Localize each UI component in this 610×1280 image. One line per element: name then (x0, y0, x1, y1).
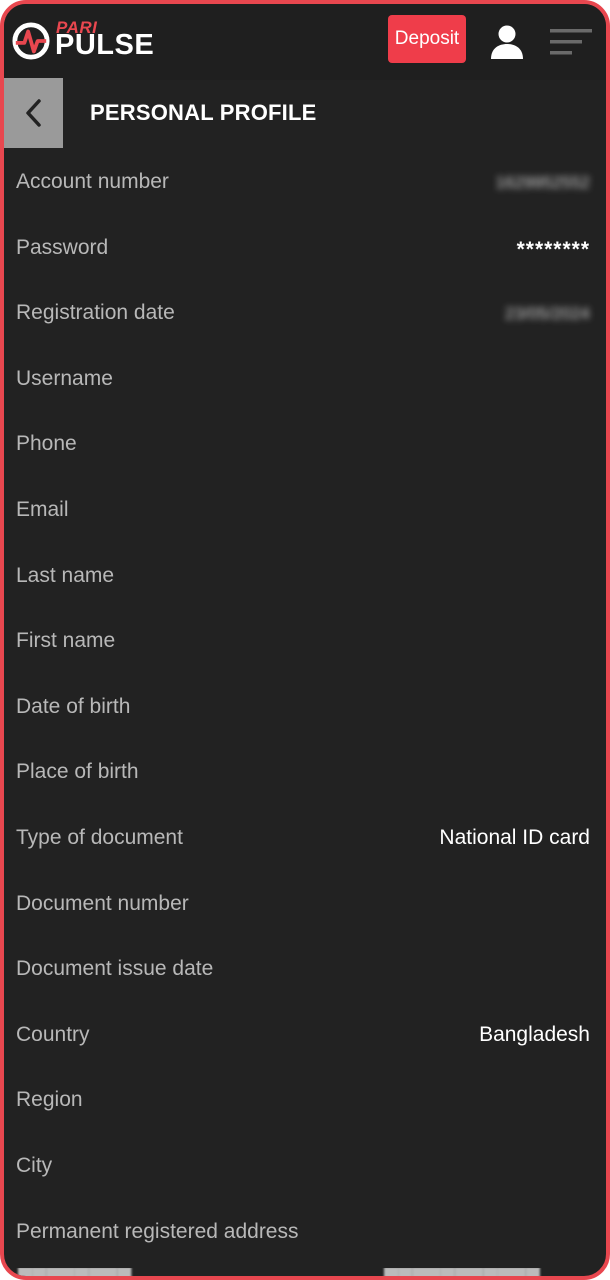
profile-row-region[interactable]: Region (4, 1066, 606, 1132)
paripulse-logo-icon (12, 22, 50, 60)
back-button[interactable] (4, 78, 63, 148)
field-label: Account number (16, 170, 169, 193)
field-label: Type of document (16, 825, 183, 849)
next-row-cutoff: ▀▀▀▀▀▀▀▀ ▀▀▀▀▀▀▀▀▀▀▀ (4, 1268, 606, 1280)
field-label: Country (16, 1022, 90, 1046)
field-value: 23/05/2024 (504, 304, 590, 324)
field-label: First name (16, 629, 116, 653)
field-value: Bangladesh (479, 1022, 590, 1046)
field-label: Date of birth (16, 694, 131, 718)
profile-row-permanent-address[interactable]: Permanent registered address (4, 1198, 606, 1264)
field-value: ******** (516, 237, 590, 261)
field-label: Document number (16, 891, 189, 915)
page-title-bar: PERSONAL PROFILE (4, 78, 606, 148)
chevron-left-icon (25, 99, 41, 127)
field-label: Permanent registered address (16, 1219, 299, 1243)
user-icon[interactable] (490, 24, 524, 60)
cutoff-ghost-left: ▀▀▀▀▀▀▀▀ (18, 1268, 132, 1280)
profile-row-last-name[interactable]: Last name (4, 542, 606, 608)
profile-row-place-of-birth[interactable]: Place of birth (4, 738, 606, 804)
menu-icon[interactable] (548, 26, 594, 58)
profile-row-type-of-document[interactable]: Type of document National ID card (4, 804, 606, 870)
profile-row-phone[interactable]: Phone (4, 410, 606, 476)
profile-row-username[interactable]: Username (4, 345, 606, 411)
logo-pulse-text: PULSE (55, 29, 155, 61)
profile-row-document-number[interactable]: Document number (4, 870, 606, 936)
profile-row-date-of-birth[interactable]: Date of birth (4, 673, 606, 739)
field-label: Registration date (16, 301, 175, 325)
phone-frame: PARI PULSE Deposit PERSONAL PROFILE Acco… (0, 0, 610, 1280)
profile-row-password[interactable]: Password ******** (4, 214, 606, 280)
field-label: Username (16, 366, 113, 390)
field-label: Last name (16, 563, 115, 587)
field-label: Region (16, 1088, 83, 1112)
field-label: Document issue date (16, 957, 214, 981)
profile-row-country[interactable]: Country Bangladesh (4, 1001, 606, 1067)
profile-field-list: Account number 1629952552 Password *****… (4, 148, 606, 1263)
deposit-button[interactable]: Deposit (388, 15, 466, 63)
field-value: 1629952552 (495, 173, 590, 192)
profile-row-first-name[interactable]: First name (4, 607, 606, 673)
field-label: City (16, 1153, 53, 1177)
profile-row-document-issue-date[interactable]: Document issue date (4, 935, 606, 1001)
profile-row-registration-date: Registration date 23/05/2024 (4, 279, 606, 345)
field-value: National ID card (439, 825, 590, 849)
paripulse-logo[interactable]: PARI PULSE (12, 18, 172, 64)
profile-row-email[interactable]: Email (4, 476, 606, 542)
page-title: PERSONAL PROFILE (90, 100, 317, 125)
field-label: Password (16, 235, 109, 259)
field-label: Phone (16, 432, 77, 456)
top-header: PARI PULSE Deposit (4, 4, 606, 80)
field-label: Email (16, 497, 69, 521)
cutoff-ghost-right: ▀▀▀▀▀▀▀▀▀▀▀ (384, 1268, 540, 1280)
profile-row-account-number: Account number 1629952552 (4, 148, 606, 214)
field-label: Place of birth (16, 760, 139, 784)
profile-row-city[interactable]: City (4, 1132, 606, 1198)
